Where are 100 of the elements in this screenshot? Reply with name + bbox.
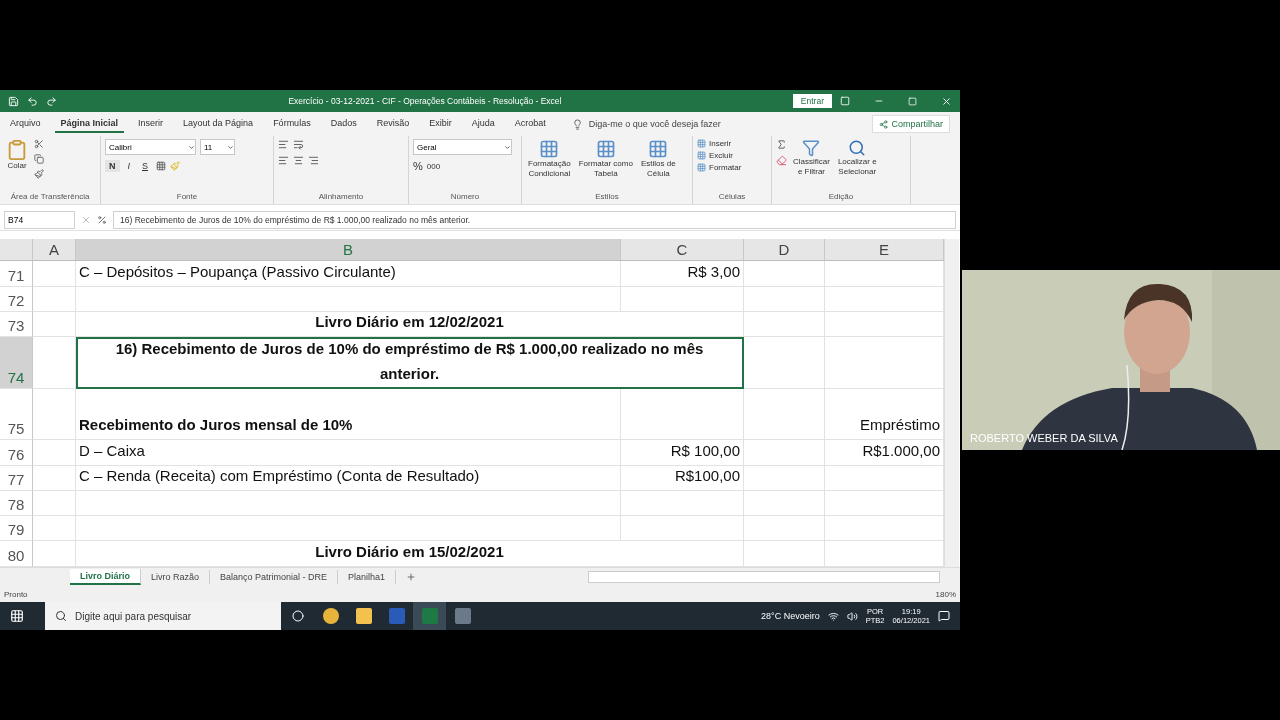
ribbon-tab[interactable]: Acrobat (508, 115, 552, 133)
italic-button[interactable]: I (123, 160, 134, 172)
font-name-field[interactable]: Calibri (105, 139, 196, 155)
sign-in-button[interactable]: Entrar (792, 94, 832, 108)
table-cell[interactable] (744, 440, 825, 466)
table-cell[interactable]: C – Depósitos – Poupança (Passivo Circulante) (76, 261, 621, 287)
bold-button[interactable]: N (105, 160, 120, 172)
add-sheet-icon[interactable] (406, 572, 417, 582)
ribbon-tab[interactable]: Layout da Página (177, 115, 260, 133)
ribbon-display-icon[interactable] (840, 96, 850, 106)
table-cell[interactable] (76, 287, 621, 312)
redo-icon[interactable] (46, 95, 57, 107)
caret-icon[interactable] (504, 143, 511, 151)
table-cell[interactable] (33, 337, 76, 389)
styles-button[interactable]: Formatação Condicional (526, 139, 573, 179)
table-cell[interactable] (76, 491, 621, 516)
tell-me-field[interactable]: Diga-me o que você deseja fazer (588, 119, 721, 129)
row-header[interactable]: 75 (0, 389, 33, 440)
wifi-icon[interactable] (827, 610, 839, 622)
percent-button[interactable]: % (413, 160, 423, 172)
number-format-field[interactable]: Geral (413, 139, 512, 155)
borders-icon[interactable] (156, 161, 167, 171)
table-cell[interactable] (744, 337, 825, 389)
thousands-button[interactable]: 000 (426, 161, 441, 171)
sheet-tab[interactable]: Balanço Patrimonial - DRE (210, 570, 339, 584)
sheet-tab[interactable]: Livro Diário (70, 569, 141, 585)
table-cell[interactable] (33, 261, 76, 287)
column-header[interactable]: E (825, 239, 944, 261)
table-cell[interactable] (744, 389, 825, 440)
row-header[interactable]: 79 (0, 516, 33, 541)
table-cell[interactable]: R$ 100,00 (621, 440, 744, 466)
wrap-text-icon[interactable] (293, 139, 304, 150)
row-header[interactable]: 72 (0, 287, 33, 312)
table-cell[interactable] (744, 466, 825, 491)
undo-icon[interactable] (27, 95, 38, 107)
merged-cell[interactable]: 16) Recebimento de Juros de 10% do empréstimo de R$ 1.000,00 realizado no mês anterior. (76, 337, 744, 389)
row-header[interactable]: 78 (0, 491, 33, 516)
table-cell[interactable] (33, 516, 76, 541)
table-cell[interactable] (744, 312, 825, 337)
ribbon-tab[interactable]: Dados (324, 115, 363, 133)
weather-text[interactable]: 28°C Nevoeiro (761, 611, 820, 621)
table-cell[interactable]: D – Caixa (76, 440, 621, 466)
cells-button[interactable]: Inserir (697, 139, 742, 148)
align-center-icon[interactable] (293, 155, 304, 166)
caret-icon[interactable] (188, 143, 195, 151)
paintbrush-icon[interactable] (34, 169, 44, 179)
table-cell[interactable] (33, 389, 76, 440)
merged-cell[interactable]: Livro Diário em 12/02/2021 (76, 312, 744, 337)
cells-button[interactable]: Formatar (697, 163, 742, 172)
scissors-icon[interactable] (34, 139, 44, 149)
excel-icon[interactable] (413, 602, 446, 630)
table-cell[interactable] (33, 312, 76, 337)
font-size-field[interactable]: 11 (200, 139, 235, 155)
taskbar-search-field[interactable]: Digite aqui para pesquisar (45, 602, 281, 630)
notifications-icon[interactable] (938, 610, 950, 622)
table-cell[interactable] (621, 516, 744, 541)
table-cell[interactable] (621, 287, 744, 312)
sort-filter-button[interactable]: Classificar e Filtrar (791, 139, 832, 177)
table-cell[interactable] (76, 516, 621, 541)
vertical-scrollbar[interactable] (944, 239, 959, 567)
table-cell[interactable] (33, 440, 76, 466)
styles-button[interactable]: Formatar como Tabela (576, 139, 635, 179)
table-cell[interactable] (744, 516, 825, 541)
share-button[interactable]: Compartilhar (872, 115, 950, 133)
name-box[interactable]: B74 (4, 211, 75, 229)
row-header[interactable]: 73 (0, 312, 33, 337)
horizontal-scrollbar[interactable] (588, 571, 940, 583)
copy-icon[interactable] (34, 154, 44, 164)
caret-icon[interactable] (227, 143, 234, 151)
paste-button[interactable]: Colar (4, 139, 30, 171)
table-cell[interactable]: R$ 3,00 (621, 261, 744, 287)
table-cell[interactable]: C – Renda (Receita) com Empréstimo (Conta de Resultado) (76, 466, 621, 491)
column-header[interactable]: A (33, 239, 76, 261)
column-header[interactable]: B (76, 239, 621, 261)
ribbon-tab[interactable]: Inserir (132, 115, 170, 133)
align-left-icon[interactable] (278, 155, 289, 166)
ribbon-tab[interactable]: Arquivo (4, 115, 47, 133)
table-cell[interactable] (744, 287, 825, 312)
volume-icon[interactable] (846, 610, 858, 622)
table-cell[interactable]: R$100,00 (621, 466, 744, 491)
cancel-icon[interactable] (81, 215, 91, 225)
sheet-tab[interactable]: Livro Razão (141, 570, 211, 584)
row-header[interactable]: 76 (0, 440, 33, 466)
row-header[interactable]: 77 (0, 466, 33, 491)
table-cell[interactable] (621, 389, 744, 440)
table-cell[interactable] (33, 287, 76, 312)
styles-button[interactable]: Estilos de Célula (638, 139, 678, 179)
table-cell[interactable] (744, 491, 825, 516)
sum-icon[interactable] (776, 139, 787, 150)
column-header[interactable]: D (744, 239, 825, 261)
row-header[interactable]: 80 (0, 541, 33, 567)
underline-button[interactable]: S (138, 160, 153, 172)
ribbon-tab[interactable]: Ajuda (465, 115, 501, 133)
table-cell[interactable] (33, 466, 76, 491)
maximize-icon[interactable] (908, 96, 917, 106)
fill-color-icon[interactable] (170, 161, 181, 171)
row-header[interactable]: 71 (0, 261, 33, 287)
ribbon-tab[interactable]: Exibir (423, 115, 458, 133)
table-cell[interactable] (33, 491, 76, 516)
sheet-tab[interactable]: Planilha1 (338, 570, 397, 584)
